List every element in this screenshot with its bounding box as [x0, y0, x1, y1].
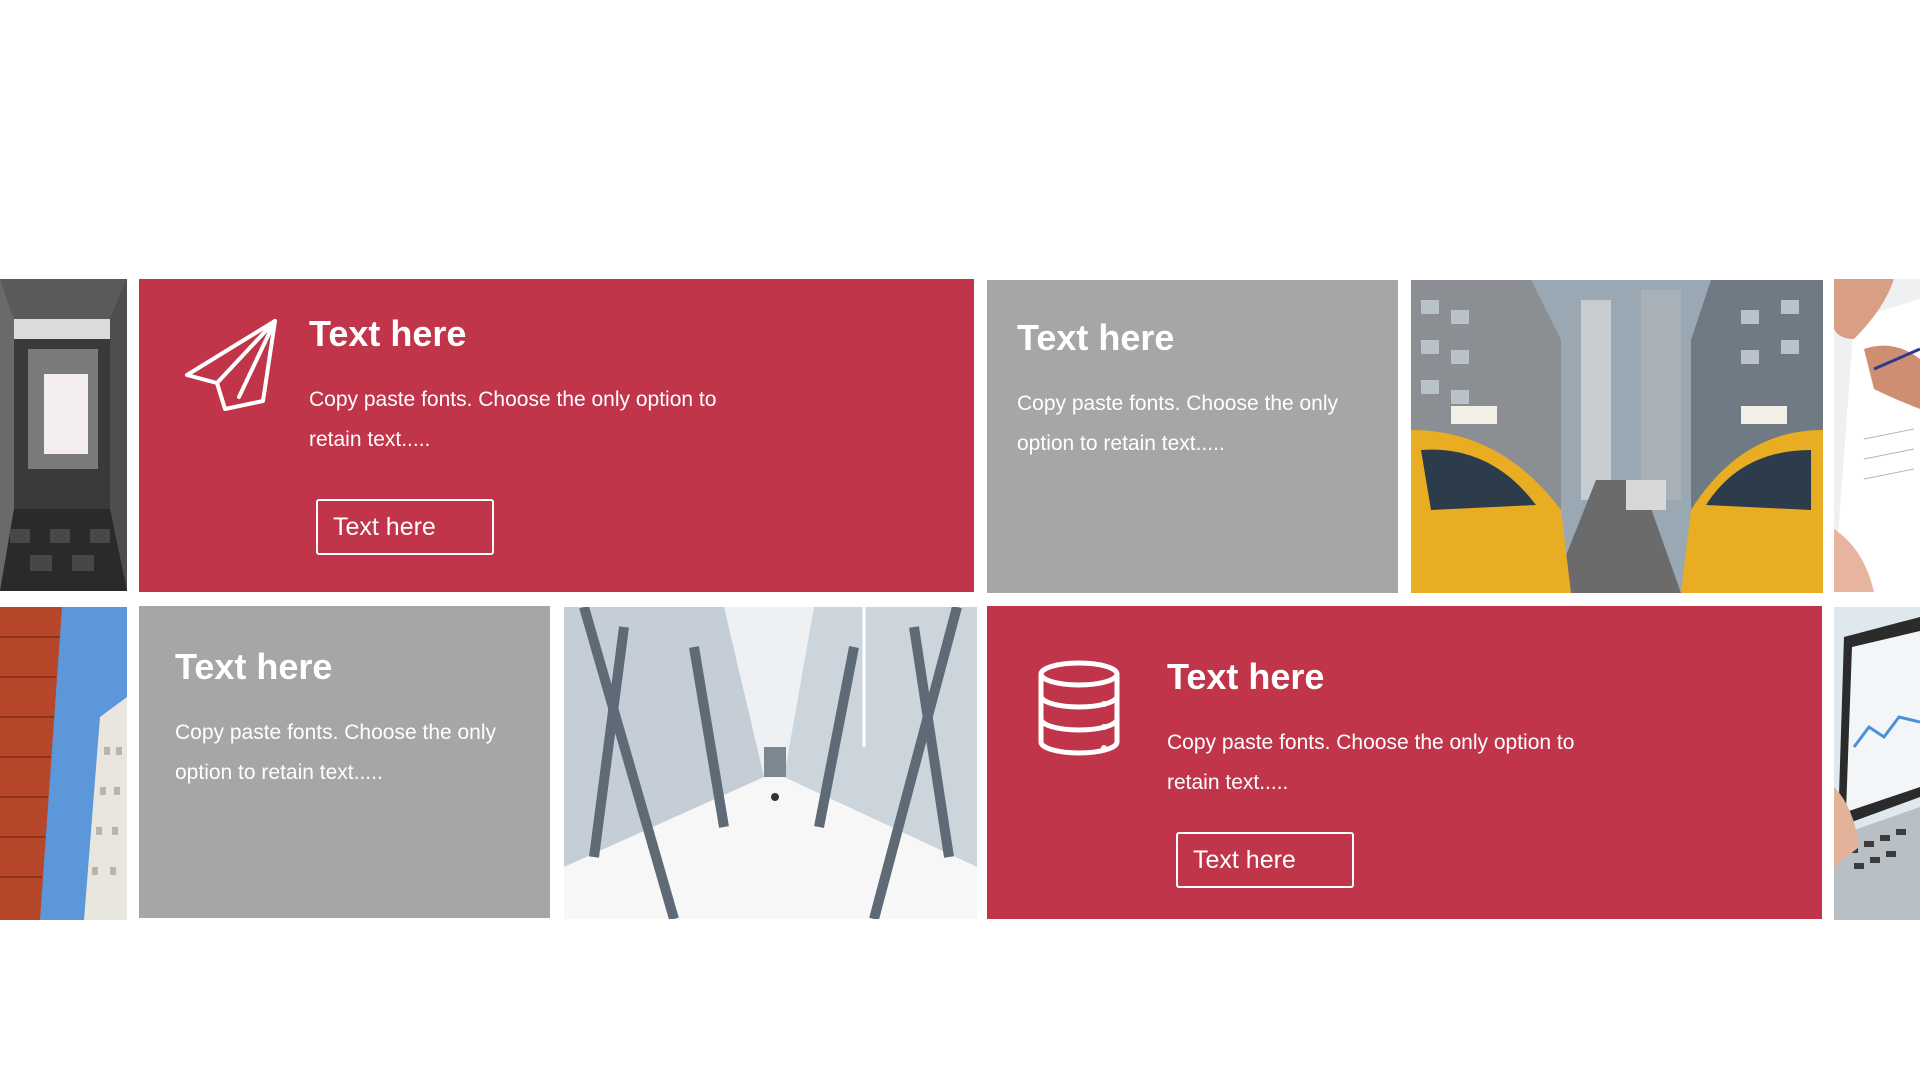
card-heading: Text here [175, 646, 333, 687]
card-top-gray: Text here Copy paste fonts. Choose the o… [987, 280, 1398, 593]
paper-plane-icon [185, 319, 277, 411]
card-heading: Text here [309, 313, 467, 354]
card-top-red: Text here Copy paste fonts. Choose the o… [139, 279, 974, 592]
card-body-text: Copy paste fonts. Choose the only option… [309, 388, 717, 451]
photo-glass-walkway [564, 607, 977, 919]
card-heading: Text here [1017, 317, 1175, 358]
card-body-text: Copy paste fonts. Choose the only option… [175, 721, 497, 784]
card-bottom-red: Text here Copy paste fonts. Choose the o… [987, 606, 1822, 919]
photo-taxis [1411, 280, 1823, 593]
photo-laptop [1834, 607, 1920, 920]
card-body-text: Copy paste fonts. Choose the only option… [1017, 392, 1339, 455]
photo-hands-paper [1834, 279, 1920, 592]
text-here-button[interactable]: Text here [1176, 832, 1354, 888]
card-bottom-gray: Text here Copy paste fonts. Choose the o… [139, 606, 550, 918]
photo-corridor-dark [0, 279, 127, 591]
text-here-button[interactable]: Text here [316, 499, 494, 555]
card-heading: Text here [1167, 656, 1325, 697]
database-icon [1038, 660, 1120, 756]
photo-building-sky [0, 607, 127, 920]
card-body-text: Copy paste fonts. Choose the only option… [1167, 731, 1575, 794]
